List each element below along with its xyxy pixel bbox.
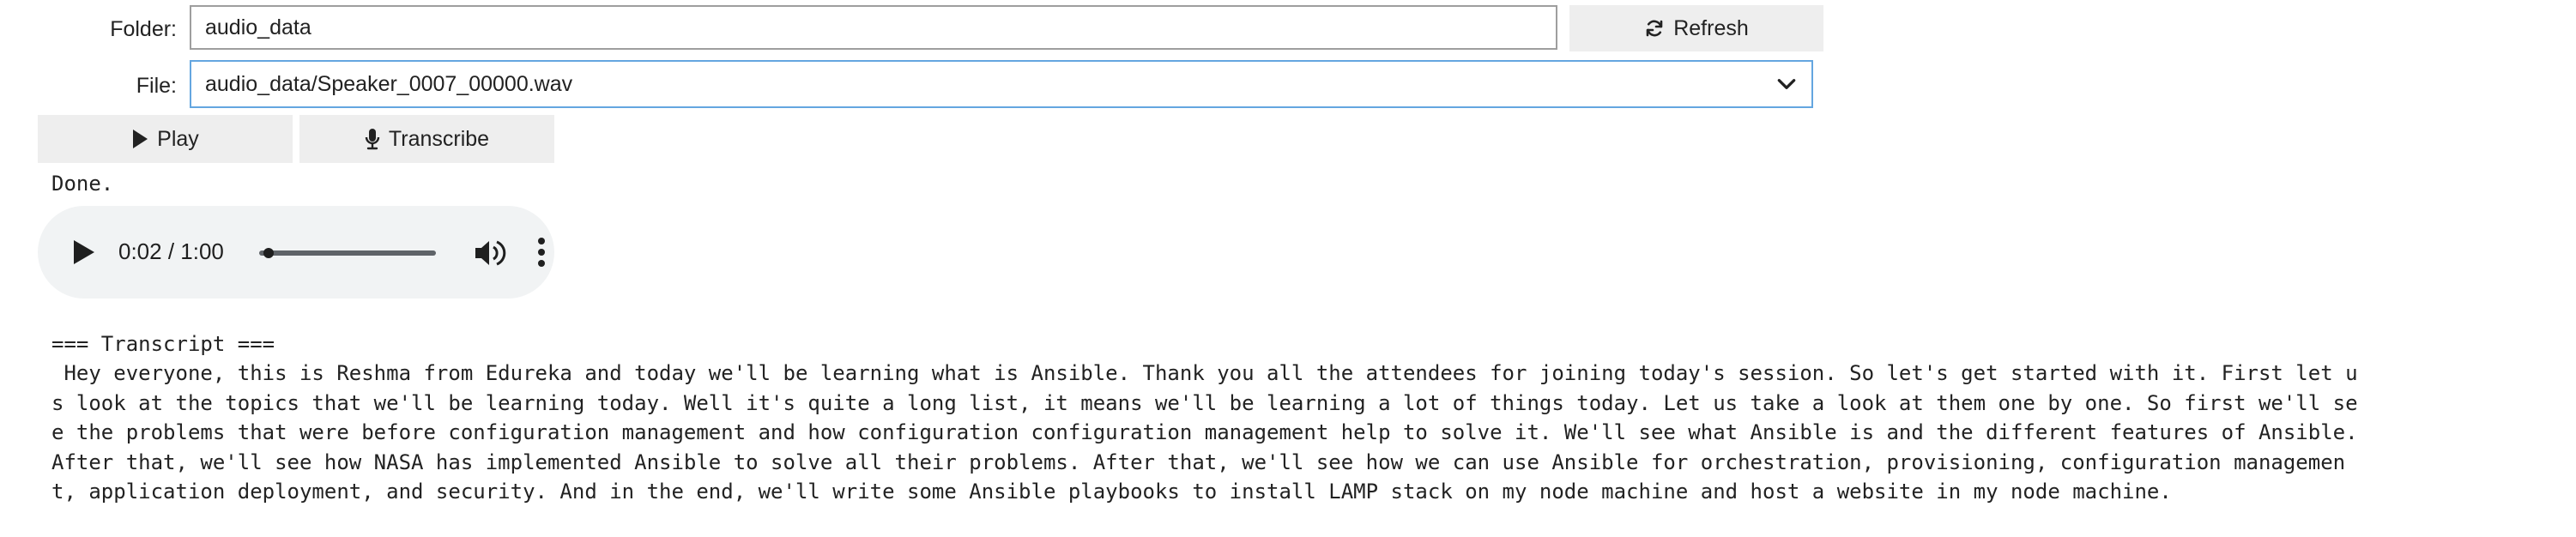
transcribe-button[interactable]: Transcribe	[299, 115, 554, 163]
status-text: Done.	[51, 172, 114, 196]
transcript-heading: === Transcript ===	[51, 332, 275, 356]
file-select-value: audio_data/Speaker_0007_00000.wav	[205, 71, 573, 96]
transcript-line: After that, we'll see how NASA has imple…	[51, 450, 2346, 474]
more-vertical-icon[interactable]	[537, 237, 546, 268]
refresh-button[interactable]: Refresh	[1569, 5, 1823, 51]
volume-icon[interactable]	[474, 238, 506, 268]
play-label: Play	[157, 126, 199, 151]
play-button[interactable]: Play	[38, 115, 293, 163]
refresh-icon	[1646, 20, 1663, 37]
transcript-output: === Transcript === Hey everyone, this is…	[51, 329, 2566, 506]
play-icon	[133, 130, 148, 148]
file-label: File:	[136, 74, 177, 98]
transcript-line: t, application deployment, and security.…	[51, 480, 2172, 504]
folder-label: Folder:	[110, 17, 177, 41]
chevron-down-icon	[1777, 79, 1796, 89]
transcript-line: s look at the topics that we'll be learn…	[51, 390, 2358, 415]
play-icon[interactable]	[70, 238, 96, 266]
folder-input[interactable]	[190, 5, 1557, 50]
audio-seek-bar[interactable]	[259, 250, 436, 256]
transcribe-label: Transcribe	[388, 126, 490, 151]
microphone-icon	[365, 129, 380, 150]
audio-player: 0:02 / 1:00	[38, 206, 554, 299]
refresh-label: Refresh	[1673, 15, 1749, 40]
audio-time: 0:02 / 1:00	[118, 238, 224, 264]
audio-seek-thumb[interactable]	[263, 248, 274, 258]
transcript-line: e the problems that were before configur…	[51, 420, 2358, 445]
file-select[interactable]: audio_data/Speaker_0007_00000.wav	[190, 60, 1813, 108]
transcript-line: Hey everyone, this is Reshma from Edurek…	[51, 361, 2358, 386]
